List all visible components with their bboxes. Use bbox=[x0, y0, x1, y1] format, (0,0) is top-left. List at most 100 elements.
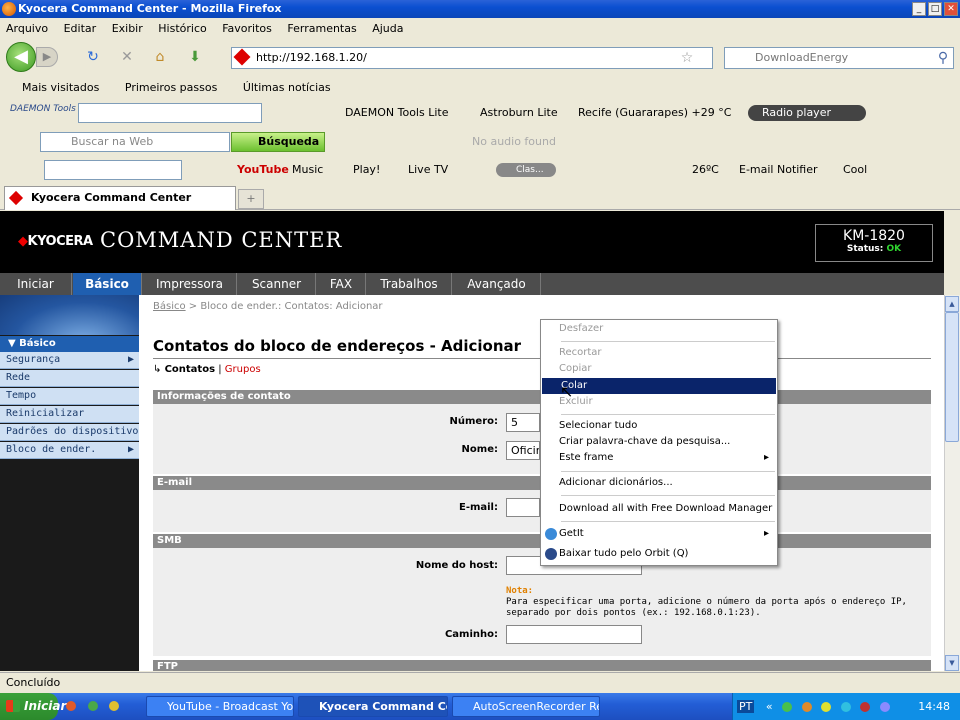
toolbar-weather[interactable]: Recife (Guararapes) +29 °C bbox=[578, 100, 731, 126]
menu-cut[interactable]: Recortar bbox=[559, 345, 775, 361]
menu-undo[interactable]: Desfazer bbox=[559, 321, 775, 337]
bookmark-mais-visitados[interactable]: Mais visitados bbox=[22, 81, 99, 94]
forward-button[interactable]: ▶ bbox=[36, 47, 58, 67]
sidebar-item-bloco[interactable]: Bloco de ender. ▶ bbox=[0, 442, 139, 459]
menu-select-all[interactable]: Selecionar tudo bbox=[559, 418, 775, 434]
sidebar-item-padroes[interactable]: Padrões do dispositivo bbox=[0, 424, 139, 441]
menu-copy[interactable]: Copiar bbox=[559, 361, 775, 377]
task-autoscreenrecorder[interactable]: AutoScreenRecorder Re... bbox=[452, 696, 600, 717]
bookmark-ultimas-noticias[interactable]: Últimas notícias bbox=[243, 81, 331, 94]
menu-exibir[interactable]: Exibir bbox=[112, 22, 143, 35]
tray-icon[interactable] bbox=[860, 702, 871, 712]
language-indicator[interactable]: PT bbox=[737, 700, 755, 713]
nome-field[interactable]: Oficin bbox=[506, 441, 540, 460]
toolbar-cool[interactable]: Cool bbox=[843, 157, 867, 183]
nav-fax[interactable]: FAX bbox=[317, 273, 366, 295]
menu-dictionaries[interactable]: Adicionar dicionários... bbox=[559, 475, 775, 491]
home-icon[interactable]: ⌂ bbox=[151, 48, 169, 66]
breadcrumb-link[interactable]: Básico bbox=[153, 301, 186, 312]
menu-arquivo[interactable]: Arquivo bbox=[6, 22, 48, 35]
sidebar-item-label: Reinicializar bbox=[6, 408, 85, 419]
email-field[interactable] bbox=[506, 498, 540, 517]
bookmark-star-icon[interactable]: ☆ bbox=[678, 49, 696, 67]
menu-fdm[interactable]: Download all with Free Download Manager bbox=[559, 501, 775, 517]
volume-icon[interactable] bbox=[879, 702, 890, 712]
new-tab-button[interactable]: + bbox=[238, 189, 264, 209]
menu-editar[interactable]: Editar bbox=[64, 22, 97, 35]
caminho-field[interactable] bbox=[506, 625, 642, 644]
search-button[interactable]: Búsqueda bbox=[231, 132, 325, 152]
kyocera-logo: ◆KYOCERA bbox=[18, 234, 93, 249]
maximize-button[interactable]: □ bbox=[928, 2, 942, 16]
minimize-button[interactable]: _ bbox=[912, 2, 926, 16]
radio-player-button[interactable]: Radio player bbox=[748, 105, 866, 121]
getit-icon bbox=[545, 528, 557, 540]
daemon-search-input[interactable] bbox=[78, 103, 262, 123]
menu-frame[interactable]: Este frame ▸ bbox=[559, 450, 775, 466]
sidebar-item-reinicializar[interactable]: Reinicializar bbox=[0, 406, 139, 423]
menu-orbit[interactable]: Baixar tudo pelo Orbit (Q) bbox=[559, 546, 775, 562]
menu-keyword[interactable]: Criar palavra-chave da pesquisa... bbox=[559, 434, 775, 450]
toolbar-live-tv[interactable]: Live TV bbox=[408, 157, 448, 183]
firefox-quicklaunch-icon[interactable] bbox=[66, 701, 76, 711]
download-icon[interactable]: ⬇ bbox=[186, 48, 204, 66]
nav-basico[interactable]: Básico bbox=[73, 273, 142, 295]
sidebar-head[interactable]: ▼ Básico bbox=[0, 336, 139, 352]
menu-historico[interactable]: Histórico bbox=[158, 22, 206, 35]
menu-paste[interactable]: Colar bbox=[542, 378, 776, 394]
chat-quicklaunch-icon[interactable] bbox=[87, 701, 98, 711]
model-name: KM-1820 bbox=[843, 228, 905, 244]
search-input[interactable]: DownloadEnergy bbox=[724, 47, 954, 69]
toolbar-music[interactable]: Music bbox=[292, 157, 323, 183]
media-player[interactable]: Clas... bbox=[496, 163, 556, 177]
reload-icon[interactable]: ↻ bbox=[84, 48, 102, 66]
breadcrumb-current: Bloco de ender.: Contatos: Adicionar bbox=[200, 301, 383, 312]
tray-expand-icon[interactable]: « bbox=[766, 700, 773, 713]
host-label: Nome do host: bbox=[415, 560, 498, 571]
scroll-up-arrow[interactable]: ▲ bbox=[945, 296, 959, 312]
sidebar-item-seguranca[interactable]: Segurança ▶ bbox=[0, 352, 139, 369]
sidebar-item-tempo[interactable]: Tempo bbox=[0, 388, 139, 405]
tab-contatos[interactable]: Contatos bbox=[165, 364, 215, 375]
scroll-down-arrow[interactable]: ▼ bbox=[945, 655, 959, 671]
youtube-icon[interactable]: YouTube bbox=[237, 157, 289, 183]
search-icon[interactable]: ⚲ bbox=[934, 49, 952, 67]
menu-getit[interactable]: GetIt ▸ bbox=[559, 526, 775, 542]
scroll-thumb[interactable] bbox=[945, 312, 959, 442]
toolbar-daemon-lite[interactable]: DAEMON Tools Lite bbox=[345, 100, 449, 126]
menu-delete[interactable]: Excluir bbox=[559, 394, 775, 410]
sidebar-item-rede[interactable]: Rede bbox=[0, 370, 139, 387]
web-search-input[interactable]: Buscar na Web bbox=[40, 132, 230, 152]
toolbar-play[interactable]: Play! bbox=[353, 157, 380, 183]
status-value: OK bbox=[886, 244, 902, 254]
chrome-quicklaunch-icon[interactable] bbox=[109, 701, 119, 711]
search-button-label: Búsqueda bbox=[258, 135, 320, 148]
nav-avancado[interactable]: Avançado bbox=[453, 273, 541, 295]
nav-iniciar[interactable]: Iniciar bbox=[0, 273, 72, 295]
tray-icon[interactable] bbox=[782, 702, 793, 712]
task-youtube[interactable]: YouTube - Broadcast Yo... bbox=[146, 696, 294, 717]
nav-impressora[interactable]: Impressora bbox=[143, 273, 237, 295]
tab-kyocera[interactable]: Kyocera Command Center bbox=[4, 186, 236, 210]
menu-separator bbox=[561, 414, 775, 415]
tray-icon[interactable] bbox=[821, 702, 832, 712]
numero-field[interactable]: 5 bbox=[506, 413, 540, 432]
nav-scanner[interactable]: Scanner bbox=[238, 273, 316, 295]
tab-grupos[interactable]: Grupos bbox=[225, 364, 261, 375]
bookmark-primeiros-passos[interactable]: Primeiros passos bbox=[125, 81, 217, 94]
toolbar-email-notifier[interactable]: E-mail Notifier bbox=[739, 157, 818, 183]
stop-icon[interactable]: ✕ bbox=[118, 48, 136, 66]
nav-trabalhos[interactable]: Trabalhos bbox=[367, 273, 452, 295]
back-button[interactable]: ◀ bbox=[6, 42, 36, 72]
close-button[interactable]: ✕ bbox=[944, 2, 958, 16]
media-search-input[interactable] bbox=[44, 160, 182, 180]
toolbar-astroburn[interactable]: Astroburn Lite bbox=[480, 100, 558, 126]
menu-favoritos[interactable]: Favoritos bbox=[222, 22, 272, 35]
tray-icon[interactable] bbox=[840, 702, 851, 712]
tray-icon[interactable] bbox=[801, 702, 812, 712]
menu-ferramentas[interactable]: Ferramentas bbox=[287, 22, 356, 35]
task-kyocera[interactable]: Kyocera Command Ce... bbox=[298, 696, 448, 717]
url-bar[interactable]: http://192.168.1.20/ bbox=[231, 47, 713, 69]
web-search-placeholder: Buscar na Web bbox=[71, 135, 154, 148]
menu-ajuda[interactable]: Ajuda bbox=[372, 22, 403, 35]
